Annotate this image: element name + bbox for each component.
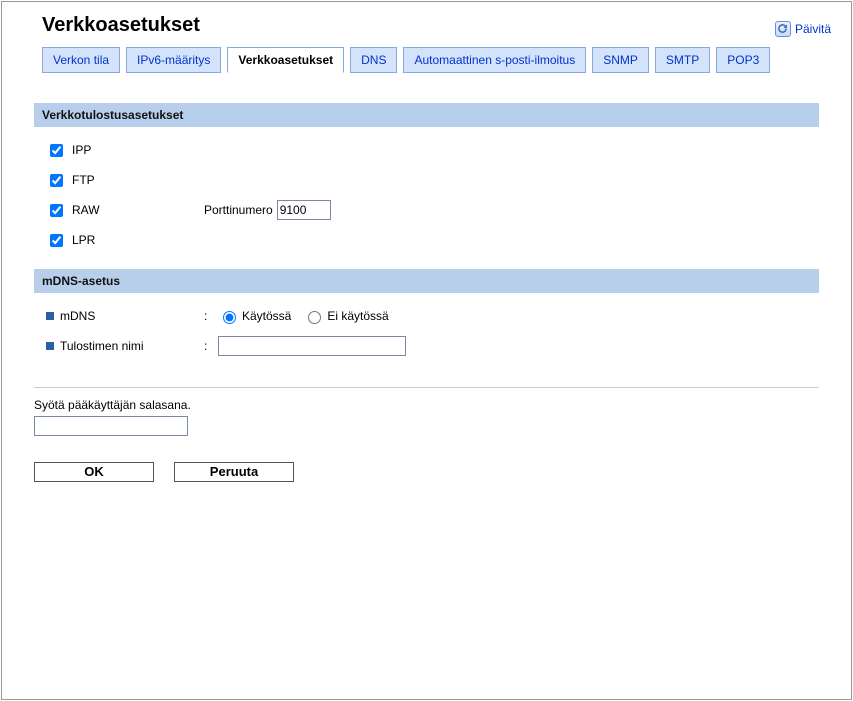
admin-password-input[interactable] bbox=[34, 416, 188, 436]
page: Verkkoasetukset Päivitä Verkon tila IPv6… bbox=[1, 1, 852, 700]
ok-button[interactable]: OK bbox=[34, 462, 154, 482]
page-title: Verkkoasetukset bbox=[22, 10, 200, 47]
tab-pop3[interactable]: POP3 bbox=[716, 47, 770, 73]
label-ipp: IPP bbox=[72, 143, 91, 157]
tab-email-auto[interactable]: Automaattinen s-posti-ilmoitus bbox=[403, 47, 586, 73]
port-number-label: Porttinumero bbox=[204, 203, 273, 217]
password-prompt: Syötä pääkäyttäjän salasana. bbox=[34, 398, 819, 412]
tab-dns[interactable]: DNS bbox=[350, 47, 397, 73]
section-mdns-header: mDNS-asetus bbox=[34, 269, 819, 293]
label-raw: RAW bbox=[72, 203, 100, 217]
tab-smtp[interactable]: SMTP bbox=[655, 47, 710, 73]
checkbox-lpr[interactable] bbox=[50, 234, 63, 247]
refresh-icon bbox=[775, 21, 791, 37]
divider bbox=[34, 387, 819, 388]
row-raw: RAW Porttinumero bbox=[46, 195, 819, 225]
label-lpr: LPR bbox=[72, 233, 95, 247]
label-ftp: FTP bbox=[72, 173, 95, 187]
colon: : bbox=[204, 339, 218, 353]
bullet-icon bbox=[46, 312, 54, 320]
cancel-button[interactable]: Peruuta bbox=[174, 462, 294, 482]
tab-network-status[interactable]: Verkon tila bbox=[42, 47, 120, 73]
row-mdns: mDNS : Käytössä Ei käytössä bbox=[46, 301, 819, 331]
label-mdns: mDNS bbox=[60, 309, 95, 323]
radio-enabled[interactable] bbox=[223, 311, 236, 324]
row-printer-name: Tulostimen nimi : bbox=[46, 331, 819, 361]
checkbox-raw[interactable] bbox=[50, 204, 63, 217]
tab-snmp[interactable]: SNMP bbox=[592, 47, 649, 73]
radio-enabled-wrap[interactable]: Käytössä bbox=[218, 308, 291, 324]
tabs: Verkon tila IPv6-määritys Verkkoasetukse… bbox=[2, 47, 851, 73]
tab-ipv6[interactable]: IPv6-määritys bbox=[126, 47, 221, 73]
printer-name-input[interactable] bbox=[218, 336, 406, 356]
radio-disabled-wrap[interactable]: Ei käytössä bbox=[303, 308, 388, 324]
radio-enabled-label: Käytössä bbox=[242, 309, 291, 323]
bullet-icon bbox=[46, 342, 54, 350]
button-row: OK Peruuta bbox=[34, 462, 819, 482]
row-ipp: IPP bbox=[46, 135, 819, 165]
section-print-header: Verkkotulostusasetukset bbox=[34, 103, 819, 127]
label-printer-name: Tulostimen nimi bbox=[60, 339, 144, 353]
checkbox-ipp[interactable] bbox=[50, 144, 63, 157]
tab-network-settings[interactable]: Verkkoasetukset bbox=[227, 47, 344, 73]
port-number-input[interactable] bbox=[277, 200, 331, 220]
header: Verkkoasetukset Päivitä bbox=[2, 2, 851, 47]
section-mdns-body: mDNS : Käytössä Ei käytössä bbox=[34, 293, 819, 375]
row-lpr: LPR bbox=[46, 225, 819, 255]
radio-disabled[interactable] bbox=[308, 311, 321, 324]
content: Verkkotulostusasetukset IPP FTP RAW bbox=[2, 73, 851, 482]
section-print-body: IPP FTP RAW Porttinumero bbox=[34, 127, 819, 269]
colon: : bbox=[204, 309, 218, 323]
refresh-label: Päivitä bbox=[795, 22, 831, 36]
checkbox-ftp[interactable] bbox=[50, 174, 63, 187]
row-ftp: FTP bbox=[46, 165, 819, 195]
radio-disabled-label: Ei käytössä bbox=[327, 309, 388, 323]
refresh-link[interactable]: Päivitä bbox=[775, 21, 831, 37]
